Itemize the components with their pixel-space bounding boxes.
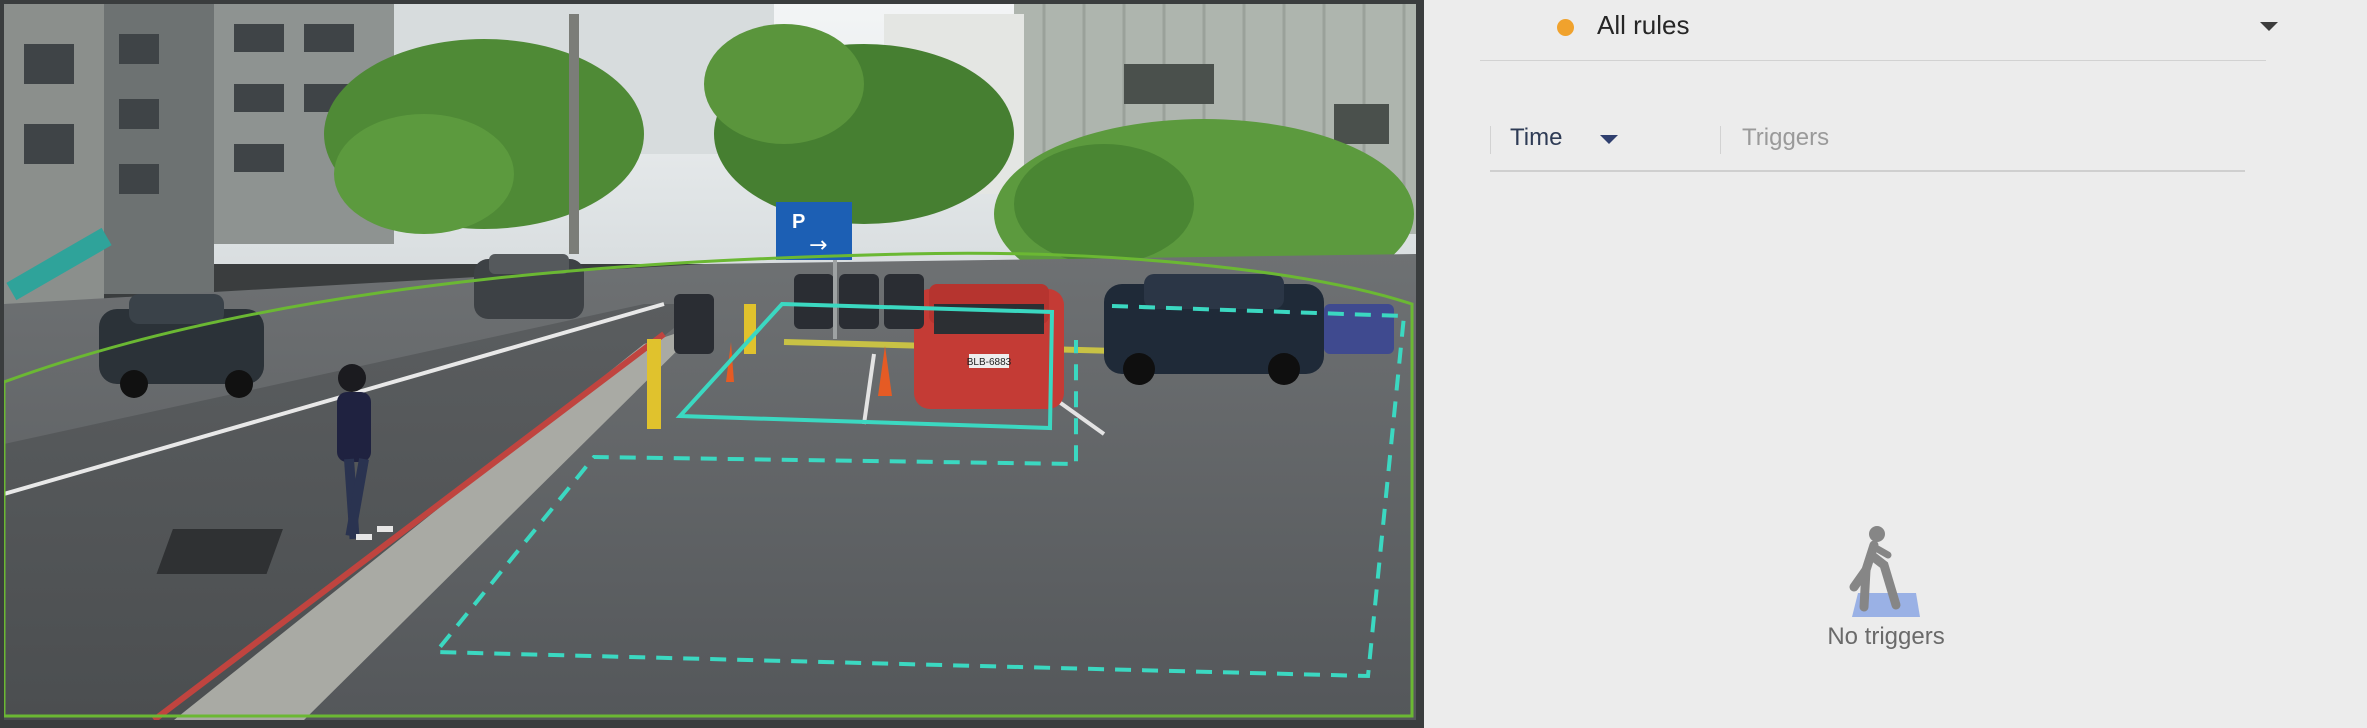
bollard	[647, 339, 661, 429]
sort-caret-icon[interactable]	[1600, 135, 1618, 144]
person-walking-icon	[1844, 525, 1920, 620]
svg-text:→: →	[809, 233, 827, 258]
column-divider	[1490, 126, 1491, 154]
triggers-panel: All rules Time Triggers No triggers	[1424, 0, 2367, 728]
rule-status-dot	[1557, 19, 1574, 36]
car-driving	[474, 254, 584, 319]
utility-pole	[569, 14, 579, 254]
rules-dropdown[interactable]: All rules	[1480, 0, 2278, 61]
dark-suv-right	[1104, 274, 1324, 385]
column-divider	[1720, 126, 1721, 154]
drain-grate	[156, 529, 283, 574]
suv-parked-left	[99, 294, 264, 398]
license-plate: BLB-6883	[967, 357, 1012, 368]
svg-text:P: P	[792, 211, 805, 233]
chevron-down-icon[interactable]	[2260, 22, 2278, 31]
red-car: BLB-6883	[914, 284, 1064, 409]
rules-dropdown-label: All rules	[1597, 10, 1690, 40]
triggers-table-header: Time Triggers	[1490, 118, 2245, 172]
column-header-triggers[interactable]: Triggers	[1742, 124, 1829, 152]
camera-feed[interactable]: BLB-6883 P →	[4, 4, 1416, 720]
column-header-time[interactable]: Time	[1510, 124, 1562, 152]
camera-scene: BLB-6883 P →	[4, 4, 1416, 720]
empty-state-text: No triggers	[1827, 623, 1945, 650]
camera-view-frame: BLB-6883 P →	[0, 0, 1424, 728]
